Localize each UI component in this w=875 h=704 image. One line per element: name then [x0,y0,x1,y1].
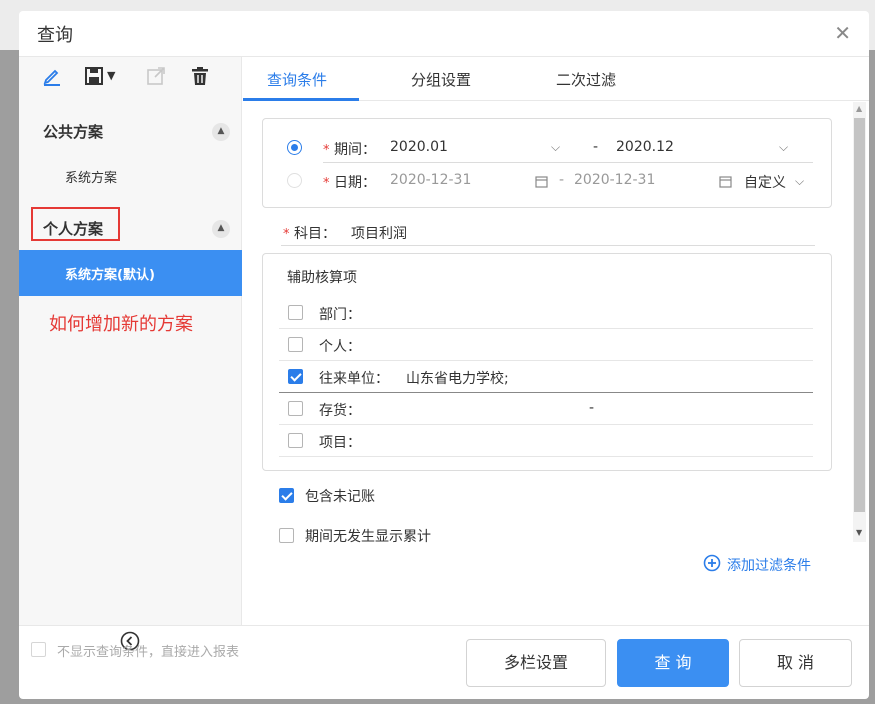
scheme-item-system-default[interactable]: 系统方案(默认) [19,250,242,296]
tab-query-conditions[interactable]: 查询条件 [267,69,327,90]
aux-label: 存货： [319,403,361,419]
chevron-up-icon[interactable]: ▲ [212,123,230,141]
aux-row-department: 部门： [279,297,813,329]
show-cumulative-label: 期间无发生显示累计 [305,529,431,545]
annotation-highlight-box [31,207,120,241]
date-to-value[interactable]: 2020-12-31 [574,172,655,188]
edit-icon[interactable] [41,65,63,87]
period-radio[interactable] [287,140,302,155]
chevron-down-icon[interactable]: ⌵ [795,174,804,189]
content-scrollbar[interactable]: ▲ ▼ [853,102,866,542]
period-dash: - [593,139,599,155]
include-unposted-label: 包含未记账 [305,489,375,505]
chevron-down-icon[interactable]: ⌵ [551,140,560,155]
date-radio[interactable] [287,173,302,188]
multi-column-settings-button[interactable]: 多栏设置 [466,639,606,687]
close-icon[interactable]: ✕ [834,21,851,45]
aux-value[interactable]: 山东省电力学校; [406,368,509,388]
period-to-value[interactable]: 2020.12 [616,139,674,155]
save-dropdown-icon[interactable]: ▼ [107,69,115,82]
export-icon[interactable] [145,65,167,87]
chevron-down-icon[interactable]: ⌵ [779,140,788,155]
annotation-text: 如何增加新的方案 [49,314,193,335]
row-divider [279,456,813,457]
aux-row-partner: 往来单位： 山东省电力学校; [279,361,813,393]
include-unposted-checkbox[interactable] [279,488,294,503]
custom-range-select[interactable]: 自定义 [744,172,786,192]
date-label: * 日期： [323,175,376,191]
calendar-icon[interactable] [719,175,732,188]
subject-value[interactable]: 项目利润 [351,223,407,243]
tab-group-settings[interactable]: 分组设置 [411,69,471,90]
calendar-icon[interactable] [535,175,548,188]
dialog-title: 查询 [37,25,73,46]
period-section: * 期间： 2020.01 ⌵ - 2020.12 ⌵ * 日期： 2020-1… [262,118,832,208]
dialog-footer: 不显示查询条件，直接进入报表 多栏设置 查 询 取 消 [19,625,869,699]
public-scheme-group[interactable]: 公共方案 ▲ [19,109,242,153]
scheme-toolbar: ▼ [19,57,241,97]
save-icon[interactable] [83,65,105,87]
skip-conditions-label: 不显示查询条件，直接进入报表 [57,645,240,660]
auxiliary-section: 辅助核算项 部门： 个人： 往来单位： 山东省电力学校; 存货： - 项目： [262,253,832,471]
query-dialog: 查询 ✕ ▼ 公共方案 ▲ 系统方案 个人方案 ▲ 系统方案(默认) 如何增加新… [19,11,869,699]
scheme-item-system-public[interactable]: 系统方案 [19,153,242,199]
show-cumulative-checkbox[interactable] [279,528,294,543]
aux-label: 部门： [319,307,361,323]
date-from-value[interactable]: 2020-12-31 [390,172,471,188]
query-tabs: 查询条件 分组设置 二次过滤 [243,57,869,101]
scroll-up-icon[interactable]: ▲ [856,104,862,113]
subject-underline [281,245,815,246]
aux-value[interactable]: - [589,400,594,416]
aux-checkbox-department[interactable] [288,305,303,320]
public-scheme-label: 公共方案 [43,123,104,141]
aux-checkbox-person[interactable] [288,337,303,352]
date-dash: - [559,172,565,188]
scheme-item-label: 系统方案(默认) [65,268,155,283]
dialog-titlebar: 查询 ✕ [19,11,869,57]
period-label: * 期间： [323,142,376,158]
add-filter-label[interactable]: 添加过滤条件 [727,555,811,575]
query-button[interactable]: 查 询 [617,639,729,687]
auxiliary-title: 辅助核算项 [287,270,357,286]
aux-checkbox-inventory[interactable] [288,401,303,416]
active-tab-indicator [243,98,359,101]
scheme-sidebar: ▼ 公共方案 ▲ 系统方案 个人方案 ▲ 系统方案(默认) [19,57,242,651]
tab-secondary-filter[interactable]: 二次过滤 [556,69,616,90]
aux-label: 往来单位： [319,371,389,387]
add-circle-icon[interactable] [703,554,721,572]
cancel-button[interactable]: 取 消 [739,639,852,687]
aux-label: 个人： [319,339,361,355]
aux-row-project: 项目： [279,425,813,457]
subject-label: * 科目： [283,226,336,242]
aux-checkbox-project[interactable] [288,433,303,448]
skip-conditions-checkbox[interactable] [31,642,46,657]
aux-checkbox-partner[interactable] [288,369,303,384]
aux-row-person: 个人： [279,329,813,361]
scheme-item-label: 系统方案 [65,171,118,186]
scroll-down-icon[interactable]: ▼ [856,528,862,537]
period-underline [323,162,813,163]
delete-icon[interactable] [189,65,211,87]
scrollbar-thumb[interactable] [854,118,865,512]
chevron-up-icon[interactable]: ▲ [212,220,230,238]
period-from-value[interactable]: 2020.01 [390,139,448,155]
aux-label: 项目： [319,435,361,451]
aux-row-inventory: 存货： - [279,393,813,425]
